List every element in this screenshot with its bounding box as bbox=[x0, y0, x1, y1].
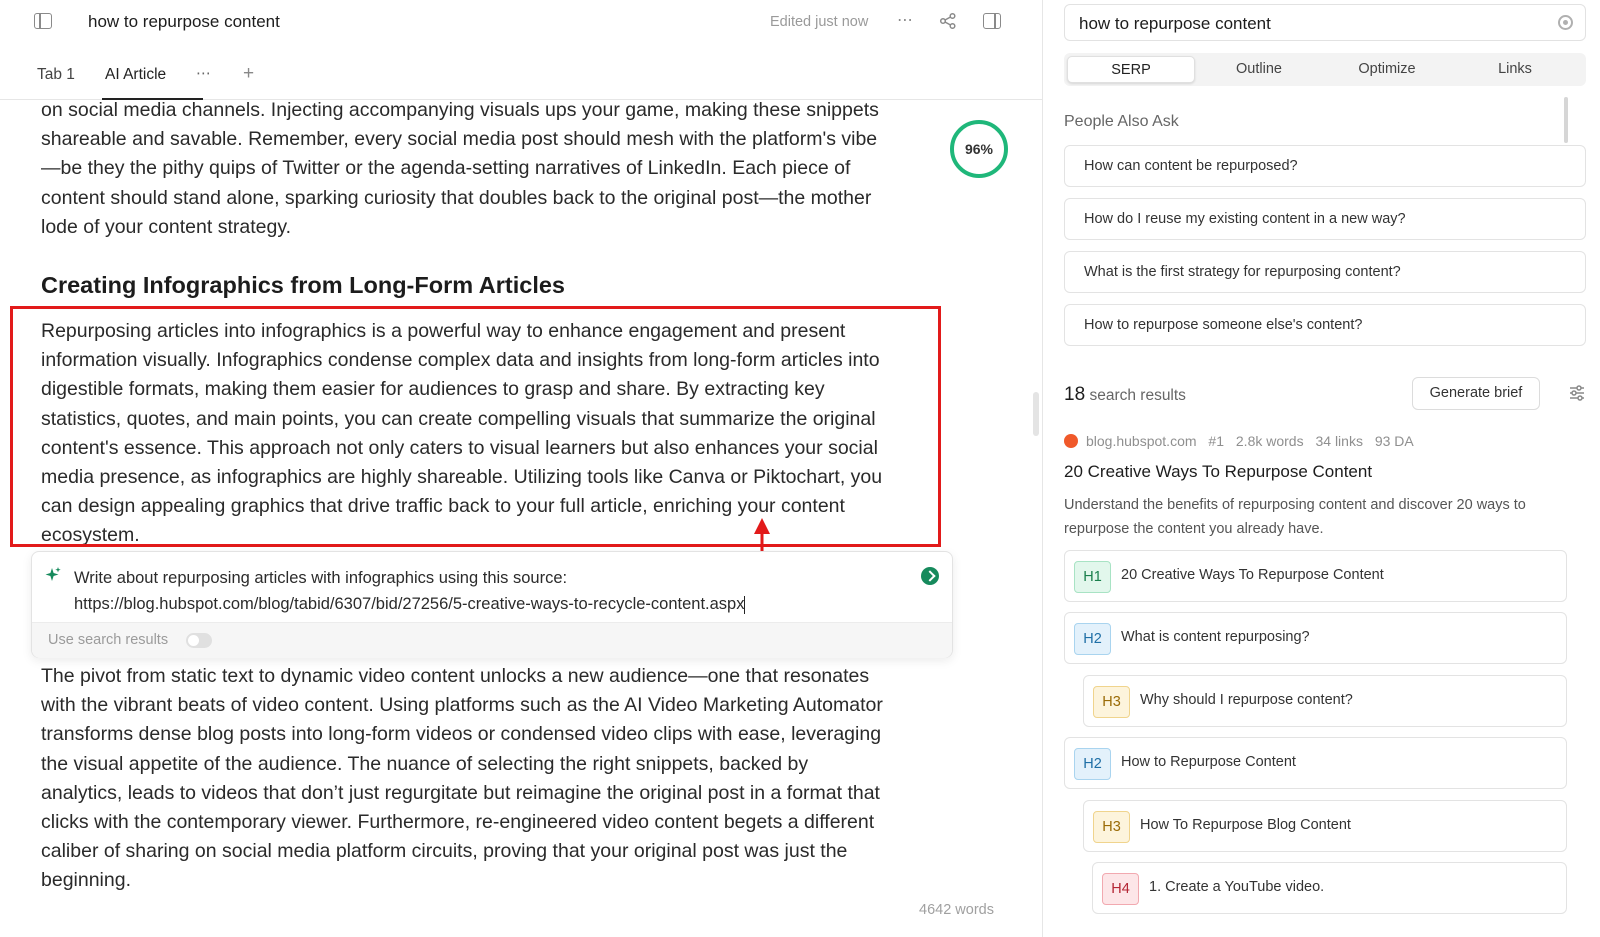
use-search-results-toggle[interactable] bbox=[186, 633, 212, 648]
heading-level-badge: H1 bbox=[1074, 561, 1111, 593]
tab-ai-article[interactable]: AI Article bbox=[105, 66, 166, 84]
editor-scrollbar[interactable] bbox=[1033, 392, 1039, 436]
outline-text: How to Repurpose Content bbox=[1121, 754, 1296, 770]
result-domain[interactable]: blog.hubspot.com bbox=[1086, 433, 1197, 449]
hubspot-logo-icon bbox=[1064, 434, 1078, 448]
send-prompt-button[interactable] bbox=[921, 567, 939, 585]
tab-serp[interactable]: SERP bbox=[1067, 56, 1195, 83]
outline-item-h2[interactable]: H2 How to Repurpose Content bbox=[1064, 737, 1567, 789]
heading-level-badge: H4 bbox=[1102, 873, 1139, 905]
results-count: 18 search results bbox=[1064, 384, 1186, 406]
heading-level-badge: H3 bbox=[1093, 686, 1130, 718]
panel-scrollbar[interactable] bbox=[1564, 97, 1568, 143]
keyword-search-field[interactable]: how to repurpose content bbox=[1064, 4, 1586, 41]
tab-more-icon[interactable]: ⋯ bbox=[196, 64, 211, 82]
outline-item-h1[interactable]: H1 20 Creative Ways To Repurpose Content bbox=[1064, 550, 1567, 602]
use-search-results-label: Use search results bbox=[48, 632, 169, 648]
people-also-ask-title: People Also Ask bbox=[1064, 113, 1179, 130]
generate-brief-button[interactable]: Generate brief bbox=[1412, 377, 1540, 410]
toggle-panel-icon[interactable] bbox=[983, 13, 1001, 29]
outline-text: How To Repurpose Blog Content bbox=[1140, 817, 1351, 833]
sparkle-icon bbox=[45, 567, 61, 581]
editor-topbar: how to repurpose content Edited just now… bbox=[0, 0, 1043, 44]
filter-settings-icon[interactable] bbox=[1568, 384, 1586, 402]
add-tab-button[interactable]: + bbox=[243, 63, 254, 85]
more-options-icon[interactable]: ⋯ bbox=[897, 10, 914, 30]
panel-tabs: SERP Outline Optimize Links bbox=[1064, 53, 1586, 86]
tab-outline[interactable]: Outline bbox=[1195, 56, 1323, 83]
tab-links[interactable]: Links bbox=[1451, 56, 1579, 83]
editor-pane: how to repurpose content Edited just now… bbox=[0, 0, 1043, 937]
paa-item[interactable]: How can content be repurposed? bbox=[1064, 145, 1586, 187]
prompt-line-2: https://blog.hubspot.com/blog/tabid/6307… bbox=[74, 595, 745, 613]
heading-level-badge: H2 bbox=[1074, 748, 1111, 780]
tab-optimize[interactable]: Optimize bbox=[1323, 56, 1451, 83]
document-tabs: Tab 1 AI Article ⋯ + bbox=[0, 58, 1043, 100]
result-meta: blog.hubspot.com #1 2.8k words 34 links … bbox=[1064, 433, 1414, 449]
highlight-annotation bbox=[10, 306, 941, 547]
prompt-input[interactable]: Write about repurposing articles with in… bbox=[74, 565, 904, 617]
results-label: search results bbox=[1089, 387, 1186, 404]
result-title[interactable]: 20 Creative Ways To Repurpose Content bbox=[1064, 462, 1372, 482]
result-words: 2.8k words bbox=[1235, 433, 1304, 449]
section-heading[interactable]: Creating Infographics from Long-Form Art… bbox=[41, 270, 891, 300]
article-body-lower[interactable]: The pivot from static text to dynamic vi… bbox=[41, 662, 891, 896]
prompt-footer: Use search results bbox=[32, 622, 952, 658]
heading-level-badge: H2 bbox=[1074, 623, 1111, 655]
gear-icon[interactable] bbox=[1558, 15, 1573, 30]
result-links: 34 links bbox=[1315, 433, 1363, 449]
edited-status: Edited just now bbox=[770, 14, 869, 30]
results-number: 18 bbox=[1064, 384, 1086, 405]
ai-prompt-box[interactable]: Write about repurposing articles with in… bbox=[31, 551, 953, 658]
share-icon[interactable] bbox=[939, 12, 957, 30]
outline-text: 20 Creative Ways To Repurpose Content bbox=[1121, 567, 1384, 583]
paa-item[interactable]: How do I reuse my existing content in a … bbox=[1064, 198, 1586, 240]
sidebar-toggle-icon[interactable] bbox=[34, 13, 52, 29]
paa-item[interactable]: What is the first strategy for repurposi… bbox=[1064, 251, 1586, 293]
document-title[interactable]: how to repurpose content bbox=[88, 12, 280, 32]
result-da: 93 DA bbox=[1374, 433, 1414, 449]
research-panel: how to repurpose content SERP Outline Op… bbox=[1044, 0, 1600, 937]
outline-item-h3[interactable]: H3 Why should I repurpose content? bbox=[1083, 675, 1567, 727]
outline-text: Why should I repurpose content? bbox=[1140, 692, 1353, 708]
paa-item[interactable]: How to repurpose someone else's content? bbox=[1064, 304, 1586, 346]
heading-level-badge: H3 bbox=[1093, 811, 1130, 843]
prompt-line-1: Write about repurposing articles with in… bbox=[74, 569, 568, 587]
tab-1[interactable]: Tab 1 bbox=[37, 66, 75, 84]
keyword-value: how to repurpose content bbox=[1079, 14, 1271, 33]
result-description: Understand the benefits of repurposing c… bbox=[1064, 497, 1526, 537]
result-rank: #1 bbox=[1208, 433, 1224, 449]
text-caret bbox=[744, 595, 746, 614]
word-count: 4642 words bbox=[919, 902, 994, 918]
content-score[interactable]: 96% bbox=[950, 120, 1008, 178]
outline-item-h4[interactable]: H4 1. Create a YouTube video. bbox=[1092, 862, 1567, 914]
outline-text: 1. Create a YouTube video. bbox=[1149, 879, 1325, 895]
outline-item-h2[interactable]: H2 What is content repurposing? bbox=[1064, 612, 1567, 664]
intro-paragraph[interactable]: on social media channels. Injecting acco… bbox=[41, 96, 891, 242]
video-paragraph[interactable]: The pivot from static text to dynamic vi… bbox=[41, 662, 891, 896]
outline-item-h3[interactable]: H3 How To Repurpose Blog Content bbox=[1083, 800, 1567, 852]
outline-text: What is content repurposing? bbox=[1121, 629, 1310, 645]
